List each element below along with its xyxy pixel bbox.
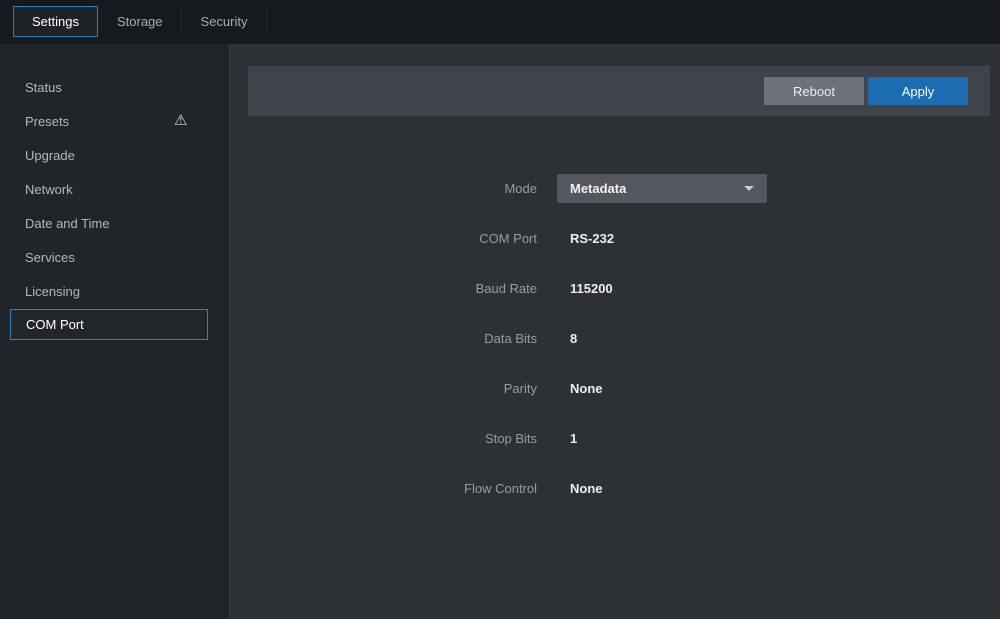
sidebar-item-label: Date and Time: [25, 216, 110, 231]
reboot-button[interactable]: Reboot: [764, 77, 864, 105]
main-content: Reboot Apply Mode Metadata COM Port RS-2…: [230, 44, 1000, 619]
stop-bits-value: 1: [557, 431, 577, 446]
form-row-flow-control: Flow Control None: [230, 463, 1000, 513]
sidebar-item-label: Status: [25, 80, 62, 95]
tab-security-label: Security: [201, 14, 248, 29]
com-port-form: Mode Metadata COM Port RS-232 Baud Rate …: [230, 163, 1000, 513]
form-row-stop-bits: Stop Bits 1: [230, 413, 1000, 463]
parity-label: Parity: [230, 381, 537, 396]
sidebar-item-com-port[interactable]: COM Port: [10, 309, 208, 340]
sidebar-item-licensing[interactable]: Licensing: [0, 274, 229, 308]
data-bits-value: 8: [557, 331, 577, 346]
chevron-down-icon: [744, 186, 754, 191]
flow-control-value: None: [557, 481, 603, 496]
sidebar-item-label: Presets: [25, 114, 69, 129]
tab-settings-label: Settings: [32, 14, 79, 29]
tab-storage-label: Storage: [117, 14, 163, 29]
action-toolbar: Reboot Apply: [248, 66, 990, 116]
sidebar-item-upgrade[interactable]: Upgrade: [0, 138, 229, 172]
tab-security[interactable]: Security: [182, 6, 267, 37]
form-row-parity: Parity None: [230, 363, 1000, 413]
sidebar-item-date-and-time[interactable]: Date and Time: [0, 206, 229, 240]
top-tab-bar: Settings Storage Security: [0, 0, 1000, 44]
sidebar-item-label: Network: [25, 182, 73, 197]
sidebar: Status Presets ⚠ Upgrade Network Date an…: [0, 44, 230, 619]
com-port-value: RS-232: [557, 231, 614, 246]
stop-bits-label: Stop Bits: [230, 431, 537, 446]
sidebar-item-status[interactable]: Status: [0, 70, 229, 104]
form-row-com-port: COM Port RS-232: [230, 213, 1000, 263]
sidebar-item-label: Licensing: [25, 284, 80, 299]
baud-rate-value: 115200: [557, 281, 613, 296]
tab-settings[interactable]: Settings: [13, 6, 98, 37]
flow-control-label: Flow Control: [230, 481, 537, 496]
form-row-mode: Mode Metadata: [230, 163, 1000, 213]
apply-button[interactable]: Apply: [868, 77, 968, 105]
sidebar-item-label: COM Port: [26, 317, 84, 332]
mode-select[interactable]: Metadata: [557, 174, 767, 203]
sidebar-item-label: Services: [25, 250, 75, 265]
baud-rate-label: Baud Rate: [230, 281, 537, 296]
com-port-label: COM Port: [230, 231, 537, 246]
tab-storage[interactable]: Storage: [98, 6, 182, 37]
form-row-data-bits: Data Bits 8: [230, 313, 1000, 363]
sidebar-item-label: Upgrade: [25, 148, 75, 163]
parity-value: None: [557, 381, 603, 396]
form-row-baud-rate: Baud Rate 115200: [230, 263, 1000, 313]
warning-icon: ⚠: [174, 113, 187, 128]
sidebar-item-services[interactable]: Services: [0, 240, 229, 274]
data-bits-label: Data Bits: [230, 331, 537, 346]
mode-label: Mode: [230, 181, 537, 196]
sidebar-item-presets[interactable]: Presets ⚠: [0, 104, 229, 138]
sidebar-item-network[interactable]: Network: [0, 172, 229, 206]
mode-select-value: Metadata: [570, 181, 626, 196]
app-window: Settings Storage Security Status Presets…: [0, 0, 1000, 619]
